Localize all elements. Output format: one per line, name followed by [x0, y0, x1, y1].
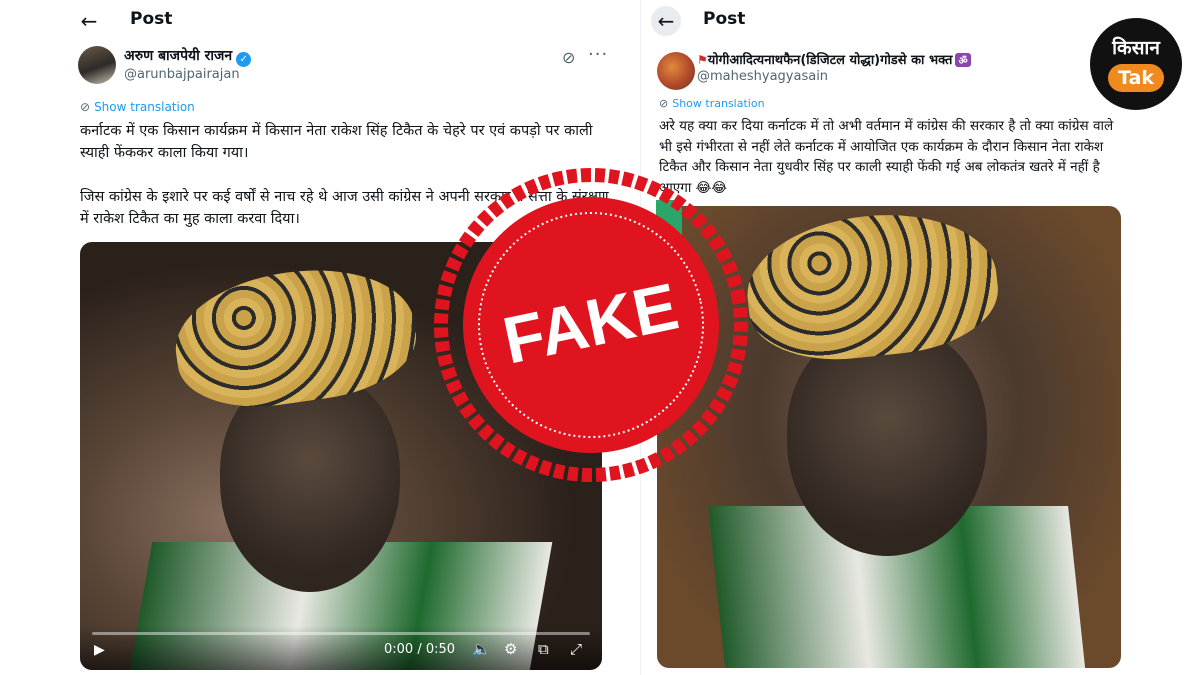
translate-icon: ⊘ [80, 100, 91, 114]
settings-gear-icon[interactable]: ⚙ [504, 640, 517, 658]
image-frame-turban [740, 206, 1004, 369]
verified-badge-icon: ✓ [236, 52, 252, 67]
om-badge: ॐ [955, 53, 971, 67]
grok-icon[interactable]: ⊘ [562, 48, 575, 67]
page-title: Post [130, 9, 173, 29]
left-topbar: ← Post [66, 0, 622, 40]
kisan-tak-logo: किसान Tak [1090, 18, 1182, 110]
image-frame-face [787, 326, 987, 556]
display-name-text[interactable]: अरुण बाजपेयी राजन [124, 48, 232, 64]
display-name[interactable]: ⚑योगीआदित्यनाथफैन(डिजिटल योद्धा)गोडसे का… [697, 50, 971, 68]
show-translation-link[interactable]: ⊘ Show translation [80, 100, 195, 114]
play-icon[interactable]: ▶ [94, 642, 105, 658]
video-progress-bar[interactable] [92, 632, 590, 635]
translate-icon: ⊘ [659, 97, 669, 110]
video-time: 0:00 / 0:50 [384, 642, 456, 657]
page-title: Post [703, 9, 746, 29]
post-text-paragraph-1: कर्नाटक में एक किसान कार्यक्रम में किसान… [80, 123, 593, 161]
show-translation-label[interactable]: Show translation [672, 97, 764, 110]
display-name[interactable]: अरुण बाजपेयी राजन ✓ [124, 46, 252, 67]
user-handle[interactable]: @arunbajpairajan [124, 67, 240, 82]
fake-stamp: FAKE [434, 168, 748, 482]
logo-line-1: किसान [1112, 37, 1160, 59]
show-translation-label[interactable]: Show translation [94, 100, 195, 114]
avatar[interactable] [78, 46, 116, 84]
video-controls: ▶ 0:00 / 0:50 🔈 ⚙ ⧉ ⤢ [80, 626, 602, 670]
fullscreen-icon[interactable]: ⤢ [570, 640, 582, 658]
flag-icon: ⚑ [697, 53, 708, 67]
volume-icon[interactable]: 🔈 [472, 640, 491, 658]
video-frame-turban [167, 255, 423, 419]
pip-icon[interactable]: ⧉ [538, 640, 549, 658]
back-arrow-icon[interactable]: ← [74, 6, 104, 36]
more-dots-icon[interactable]: ··· [588, 44, 608, 65]
user-handle[interactable]: @maheshyagyasain [697, 69, 828, 84]
right-topbar: ← Post [641, 0, 1137, 40]
display-name-text[interactable]: योगीआदित्यनाथफैन(डिजिटल योद्धा)गोडसे का … [708, 53, 953, 68]
show-translation-link[interactable]: ⊘ Show translation [659, 97, 765, 110]
post-text: अरे यह क्या कर दिया कर्नाटक में तो अभी व… [659, 118, 1114, 196]
back-arrow-icon[interactable]: ← [651, 6, 681, 36]
avatar[interactable] [657, 52, 695, 90]
logo-line-2: Tak [1108, 64, 1164, 92]
